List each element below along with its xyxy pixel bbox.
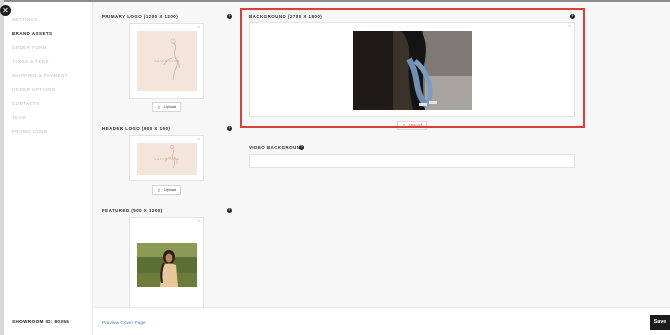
featured-photo-illustration	[137, 243, 197, 287]
featured-title: FEATURED (900 X 1200)	[102, 208, 163, 213]
save-button[interactable]: Save	[650, 315, 670, 330]
primary-logo-text: SHAUN FAME	[154, 59, 180, 63]
featured-help-icon[interactable]: ?	[227, 208, 232, 213]
header-logo-text: SHAUN FAME	[154, 157, 180, 161]
video-background-title: VIDEO BACKGROUND	[249, 145, 305, 150]
remove-icon[interactable]: ×	[197, 219, 200, 225]
primary-logo-upload-button[interactable]: ⇪ Upload	[152, 102, 181, 112]
primary-logo-image: SHAUN FAME	[137, 31, 197, 91]
sidebar-item-order-form[interactable]: ORDER FORM	[12, 45, 47, 50]
background-help-icon[interactable]: ?	[570, 14, 575, 19]
settings-sidebar: SETTINGS BRAND ASSETS ORDER FORM TAXES &…	[4, 2, 93, 335]
primary-logo-help-icon[interactable]: ?	[227, 14, 232, 19]
upload-icon: ⇪	[157, 188, 161, 193]
background-title: BACKGROUND (2700 X 1800)	[249, 14, 323, 19]
remove-icon[interactable]: ×	[568, 24, 571, 30]
background-photo-illustration	[353, 31, 472, 110]
footer-bar: Preview Cover Page Save	[93, 307, 670, 335]
upload-label: Upload	[164, 188, 177, 192]
sidebar-item-brand-assets[interactable]: BRAND ASSETS	[12, 31, 52, 36]
header-logo-image: SHAUN FAME	[137, 143, 197, 175]
sidebar-item-order-options[interactable]: ORDER OPTIONS	[12, 87, 55, 92]
background-upload-button[interactable]: ⇪ Upload	[397, 121, 427, 130]
preview-cover-page-link[interactable]: Preview Cover Page	[102, 321, 146, 326]
header-logo-upload-button[interactable]: ⇪ Upload	[152, 185, 181, 195]
header-logo-card[interactable]: × SHAUN FAME	[129, 135, 204, 181]
upload-icon: ⇪	[157, 105, 161, 110]
background-image-card[interactable]: ×	[249, 22, 575, 117]
header-logo-help-icon[interactable]: ?	[227, 126, 232, 131]
background-photo	[353, 31, 472, 110]
sidebar-item-team[interactable]: TEAM	[12, 115, 26, 120]
sidebar-item-contacts[interactable]: CONTACTS	[12, 101, 40, 106]
primary-logo-title: PRIMARY LOGO (1200 X 1200)	[102, 14, 179, 19]
remove-icon[interactable]: ×	[197, 137, 200, 143]
sidebar-item-shipping-payment[interactable]: SHIPPING & PAYMENT	[12, 73, 68, 78]
video-background-input[interactable]	[249, 154, 575, 168]
header-logo-title: HEADER LOGO (900 X 150)	[102, 126, 171, 131]
showroom-id: SHOWROOM ID: 80356	[12, 319, 70, 324]
featured-image-card[interactable]: ×	[129, 217, 204, 309]
sidebar-item-promo-code[interactable]: PROMO CODE	[12, 129, 48, 134]
remove-icon[interactable]: ×	[197, 25, 200, 31]
featured-photo	[137, 243, 197, 287]
sidebar-item-settings[interactable]: SETTINGS	[12, 17, 38, 22]
close-icon[interactable]: ✕	[0, 5, 11, 16]
video-background-help-icon[interactable]: ?	[299, 145, 304, 150]
upload-label: Upload	[409, 123, 423, 128]
sidebar-item-taxes-fees[interactable]: TAXES & FEES	[12, 59, 49, 64]
primary-logo-card[interactable]: × SHAUN FAME	[129, 23, 204, 99]
upload-icon: ⇪	[402, 123, 406, 128]
upload-label: Upload	[164, 105, 177, 109]
